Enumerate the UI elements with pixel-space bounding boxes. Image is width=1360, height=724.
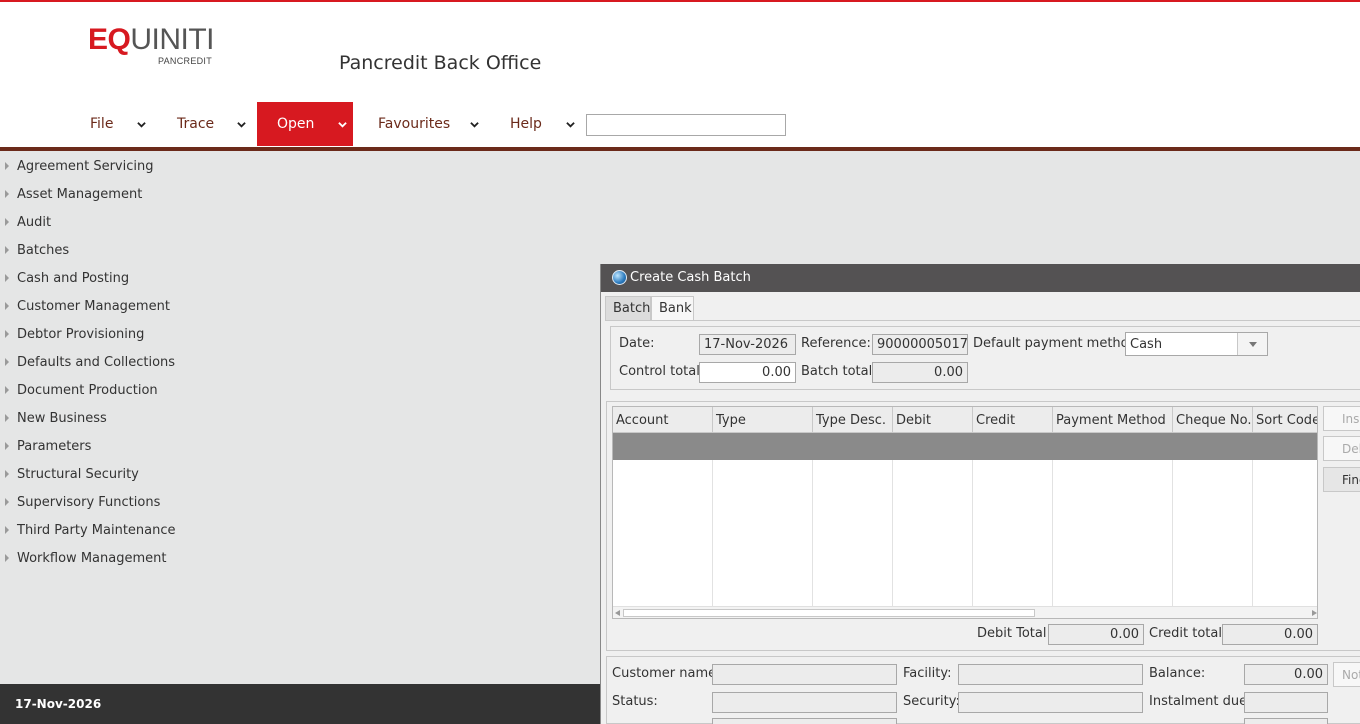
control-total-label: Control total: [619,364,705,379]
balance-field: 0.00 [1244,664,1328,685]
column-header-cheque-no[interactable]: Cheque No. [1173,407,1253,433]
chevron-down-icon [237,122,246,128]
menu-file-label: File [90,116,114,132]
debit-total-label: Debit Total: [977,626,1051,641]
status-date: 17-Nov-2026 [15,697,102,711]
find-button[interactable]: Find [1323,467,1360,492]
delete-button[interactable]: Delete [1323,436,1360,461]
instalment-due-field [1244,692,1328,713]
column-divider [892,460,893,606]
credit-total-label: Credit total: [1149,626,1227,641]
horizontal-scrollbar[interactable] [613,606,1317,618]
tab-divider [605,320,1360,321]
security-label: Security: [903,694,960,709]
expand-arrow-icon [5,386,9,394]
expand-arrow-icon [5,414,9,422]
column-header-type[interactable]: Type [713,407,813,433]
facility-field [958,664,1143,685]
customer-name-label: Customer name: [612,666,721,681]
facility-label: Facility: [903,666,952,681]
reference-field[interactable]: 900000050170 [872,334,968,355]
column-divider [812,460,813,606]
chevron-down-icon [137,122,146,128]
column-header-account[interactable]: Account [613,407,713,433]
app-title: Pancredit Back Office [339,52,542,74]
security-field [958,692,1143,713]
payment-method-label: Default payment method: [973,336,1142,351]
scroll-thumb[interactable] [623,609,1035,617]
grid-header: Account Type Type Desc. Debit Credit Pay… [613,407,1317,433]
column-divider [712,460,713,606]
payment-method-value: Cash [1130,336,1163,352]
expand-arrow-icon [5,190,9,198]
expand-arrow-icon [5,330,9,338]
expand-arrow-icon [5,470,9,478]
column-divider [1052,460,1053,606]
instalment-due-label: Instalment due: [1149,694,1252,709]
balance-label: Balance: [1149,666,1206,681]
expand-arrow-icon [5,498,9,506]
expand-arrow-icon [5,246,9,254]
scroll-right-icon[interactable] [1312,610,1317,616]
menu-trace[interactable]: Trace [170,102,257,146]
tab-batch[interactable]: Batch [605,296,651,320]
column-header-debit[interactable]: Debit [893,407,973,433]
menu-file[interactable]: File [80,102,160,146]
column-header-credit[interactable]: Credit [973,407,1053,433]
app-globe-icon [612,270,627,285]
menu-help-label: Help [510,116,542,132]
dialog-titlebar[interactable]: Create Cash Batch [601,264,1360,292]
column-header-payment-method[interactable]: Payment Method [1053,407,1173,433]
menu-trace-label: Trace [177,116,215,132]
status-label: Status: [612,694,658,709]
scroll-left-icon[interactable] [615,610,620,616]
column-divider [972,460,973,606]
menu-help[interactable]: Help [500,102,582,146]
column-divider [1172,460,1173,606]
insert-button[interactable]: Insert [1323,406,1360,431]
customer-name-field [712,664,897,685]
reference-label: Reference: [801,336,871,351]
expand-arrow-icon [5,554,9,562]
expand-arrow-icon [5,302,9,310]
chevron-down-icon [566,122,575,128]
create-cash-batch-dialog: Create Cash Batch Batch Bank Date: 17-No… [600,264,1360,724]
dialog-title: Create Cash Batch [630,270,751,285]
partial-row-field [1244,718,1328,724]
payment-method-select[interactable]: Cash [1125,332,1268,356]
expand-arrow-icon [5,526,9,534]
expand-arrow-icon [5,358,9,366]
batch-total-field: 0.00 [872,362,968,383]
menu-open-label: Open [277,116,315,132]
control-total-field[interactable]: 0.00 [699,362,796,383]
menu-favourites-label: Favourites [378,116,451,132]
column-divider [1252,460,1253,606]
menu-favourites[interactable]: Favourites [368,102,488,146]
date-label: Date: [619,336,655,351]
batch-total-label: Batch total: [801,364,877,379]
menu-search-input[interactable] [586,114,786,136]
expand-arrow-icon [5,162,9,170]
selected-row[interactable] [613,433,1317,460]
expand-arrow-icon [5,274,9,282]
credit-total-field: 0.00 [1222,624,1318,645]
column-header-sort-code[interactable]: Sort Code [1253,407,1317,433]
menu-open[interactable]: Open [257,102,353,146]
chevron-down-icon [470,122,479,128]
equiniti-logo: EQUINITI PANCREDIT [88,23,215,67]
status-bar: 17-Nov-2026 [0,684,600,724]
date-field[interactable]: 17-Nov-2026 [699,334,796,355]
expand-arrow-icon [5,442,9,450]
notes-button[interactable]: Notes [1333,662,1360,687]
debit-total-field: 0.00 [1048,624,1144,645]
dropdown-arrow-icon[interactable] [1237,333,1267,355]
partial-row-field [712,718,897,724]
tab-bank[interactable]: Bank [651,296,694,320]
column-header-type-desc[interactable]: Type Desc. [813,407,893,433]
expand-arrow-icon [5,218,9,226]
chevron-down-icon [338,122,347,128]
transactions-grid[interactable]: Account Type Type Desc. Debit Credit Pay… [612,406,1318,619]
status-field [712,692,897,713]
